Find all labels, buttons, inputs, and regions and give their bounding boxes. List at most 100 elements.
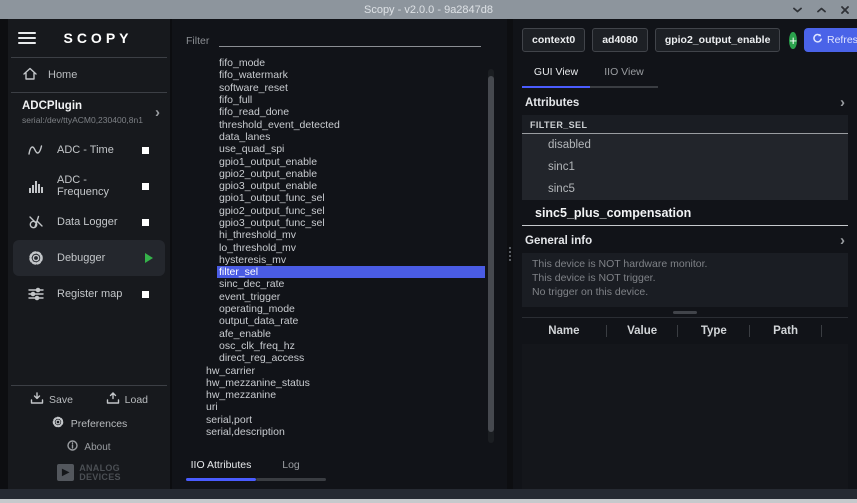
tree-item[interactable]: fifo_read_done: [172, 106, 485, 118]
tree-item[interactable]: hw_mezzanine_status: [172, 377, 485, 389]
details-table-body: [522, 344, 848, 489]
attribute-options-list: disabled sinc1 sinc5: [522, 134, 848, 200]
datalogger-icon: [25, 214, 47, 230]
panel-splitter[interactable]: [507, 19, 513, 489]
sidebar-header: SCOPY: [8, 19, 170, 57]
iio-explorer-panel: Filter fifo_mode fifo_watermark software…: [170, 19, 507, 489]
tab-iio-attributes[interactable]: IIO Attributes: [186, 455, 256, 481]
tree-item[interactable]: serial,port: [172, 414, 485, 426]
sidebar-item-debugger[interactable]: Debugger: [13, 240, 165, 276]
general-info-section-header[interactable]: General info ›: [522, 226, 848, 253]
load-button[interactable]: Load: [106, 392, 148, 407]
tree-item[interactable]: event_trigger: [172, 291, 485, 303]
maximize-button[interactable]: [817, 7, 826, 13]
save-button[interactable]: Save: [30, 392, 73, 407]
tab-log[interactable]: Log: [256, 455, 326, 481]
tab-gui-view[interactable]: GUI View: [522, 62, 590, 88]
about-button[interactable]: About: [8, 436, 170, 458]
tree-item[interactable]: hi_threshold_mv: [172, 229, 485, 241]
stopped-square-indicator[interactable]: [142, 183, 149, 190]
tree-item[interactable]: gpio2_output_enable: [172, 168, 485, 180]
tree-item[interactable]: hw_mezzanine: [172, 389, 485, 401]
chevron-right-icon: ›: [155, 108, 160, 118]
minimize-button[interactable]: [793, 7, 802, 13]
tree-item[interactable]: operating_mode: [172, 303, 485, 315]
refresh-icon: [812, 33, 823, 47]
info-line: No trigger on this device.: [522, 285, 848, 299]
tree-scrollbar[interactable]: [488, 69, 494, 443]
chevron-right-icon: ›: [840, 98, 845, 108]
info-icon: [67, 440, 78, 454]
splitter-grip-icon: [509, 247, 511, 263]
tree-item[interactable]: data_lanes: [172, 131, 485, 143]
plugin-name: ADCPlugin: [22, 100, 143, 112]
sidebar-item-home[interactable]: Home: [8, 58, 170, 92]
tree-item[interactable]: output_data_rate: [172, 315, 485, 327]
device-header-adcplugin[interactable]: ADCPlugin serial:/dev/ttyACM0,230400,8n1…: [8, 93, 170, 132]
tree-item[interactable]: gpio1_output_func_sel: [172, 192, 485, 204]
filter-row: Filter: [172, 19, 507, 51]
attributes-section-header[interactable]: Attributes ›: [522, 88, 848, 115]
tree-item[interactable]: direct_reg_access: [172, 352, 485, 364]
sidebar-item-adc-time[interactable]: ADC - Time: [13, 132, 165, 168]
tree-item[interactable]: software_reset: [172, 82, 485, 94]
filter-input[interactable]: [219, 33, 481, 47]
tree-item[interactable]: serial,description: [172, 426, 485, 438]
tree-item[interactable]: hw_carrier: [172, 364, 485, 376]
details-table-header: Name Value Type Path: [522, 317, 848, 344]
tree-item[interactable]: sinc_dec_rate: [172, 278, 485, 290]
menu-toggle-button[interactable]: [18, 32, 36, 44]
refresh-button[interactable]: Refresh: [804, 28, 857, 52]
running-play-indicator[interactable]: [145, 253, 153, 263]
window-bottom-strip: [0, 489, 857, 499]
attribute-selected-value[interactable]: sinc5_plus_compensation: [522, 200, 848, 226]
table-splitter[interactable]: [522, 307, 848, 317]
add-button[interactable]: +: [789, 32, 797, 49]
tab-iio-view[interactable]: IIO View: [590, 62, 658, 88]
tree-item[interactable]: hysteresis_mv: [172, 254, 485, 266]
tree-item[interactable]: fifo_watermark: [172, 69, 485, 81]
breadcrumb-ad4080[interactable]: ad4080: [592, 28, 648, 52]
stopped-square-indicator[interactable]: [142, 219, 149, 226]
table-column-header[interactable]: Name: [522, 325, 607, 337]
preferences-button[interactable]: Preferences: [8, 411, 170, 436]
scopy-window: Scopy - v2.0.0 - 9a2847d8 SCOPY Home ADC…: [0, 0, 857, 503]
stopped-square-indicator[interactable]: [142, 291, 149, 298]
tree-item[interactable]: gpio1_output_enable: [172, 155, 485, 167]
tree-item[interactable]: gpio3_output_func_sel: [172, 217, 485, 229]
scopy-logo: SCOPY: [36, 30, 160, 46]
scrollbar-thumb[interactable]: [488, 76, 494, 431]
tree-item[interactable]: fifo_full: [172, 94, 485, 106]
sidebar-item-register-map[interactable]: Register map: [13, 276, 165, 312]
dropdown-option[interactable]: sinc5: [522, 178, 848, 200]
tree-item[interactable]: filter_sel: [172, 266, 485, 278]
sidebar-item-data-logger[interactable]: Data Logger: [13, 204, 165, 240]
adi-triangle-icon: ▶: [57, 464, 74, 481]
table-column-header[interactable]: Type: [678, 325, 750, 337]
save-icon: [30, 392, 44, 407]
breadcrumb-gpio2-output-enable[interactable]: gpio2_output_enable: [655, 28, 781, 52]
tree-item[interactable]: threshold_event_detected: [172, 118, 485, 130]
breadcrumb: context0 ad4080 gpio2_output_enable + Re…: [522, 28, 848, 52]
window-title: Scopy - v2.0.0 - 9a2847d8: [0, 4, 857, 16]
view-tabs: GUI View IIO View: [522, 62, 848, 88]
sliders-icon: [25, 287, 47, 301]
tree-item[interactable]: fifo_mode: [172, 57, 485, 69]
dropdown-option[interactable]: sinc1: [522, 156, 848, 178]
window-bottom-border: [0, 499, 857, 503]
tree-item[interactable]: gpio3_output_enable: [172, 180, 485, 192]
close-button[interactable]: [841, 6, 849, 14]
tree-item[interactable]: uri: [172, 401, 485, 413]
table-column-header[interactable]: Value: [607, 325, 679, 337]
tree-item[interactable]: osc_clk_freq_hz: [172, 340, 485, 352]
stopped-square-indicator[interactable]: [142, 147, 149, 154]
breadcrumb-context0[interactable]: context0: [522, 28, 585, 52]
table-column-header[interactable]: Path: [750, 325, 822, 337]
dropdown-option[interactable]: disabled: [522, 134, 848, 156]
tree-item[interactable]: gpio2_output_func_sel: [172, 205, 485, 217]
main-area: SCOPY Home ADCPlugin serial:/dev/ttyACM0…: [0, 19, 857, 489]
sidebar-item-adc-frequency[interactable]: ADC - Frequency: [13, 168, 165, 204]
tree-item[interactable]: use_quad_spi: [172, 143, 485, 155]
tree-item[interactable]: afe_enable: [172, 328, 485, 340]
tree-item[interactable]: lo_threshold_mv: [172, 241, 485, 253]
